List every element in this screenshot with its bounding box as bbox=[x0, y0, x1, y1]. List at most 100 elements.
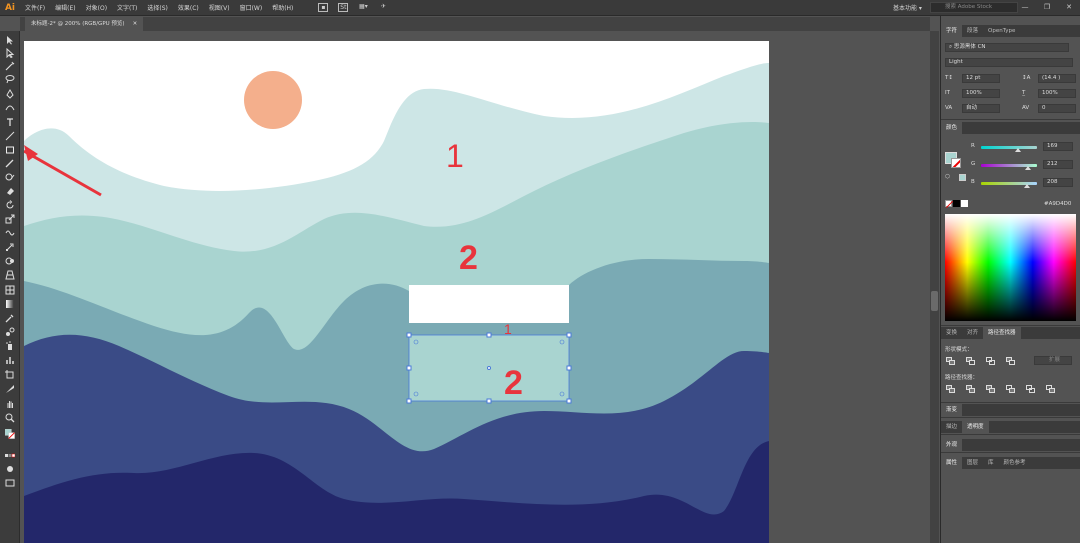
tab-align[interactable]: 对齐 bbox=[962, 327, 983, 339]
restore-button[interactable]: ❐ bbox=[1036, 0, 1058, 15]
tab-properties[interactable]: 属性 bbox=[941, 457, 963, 469]
tab-stroke[interactable]: 描边 bbox=[941, 421, 962, 433]
none-swatch[interactable] bbox=[945, 200, 954, 209]
fill-stroke-swatch[interactable] bbox=[4, 428, 16, 440]
expand-button[interactable]: 扩展 bbox=[1034, 356, 1072, 365]
color-mode-icon[interactable] bbox=[5, 451, 16, 461]
column-graph-tool-icon[interactable] bbox=[5, 355, 15, 365]
out-of-gamut-icon[interactable]: ⬡ bbox=[945, 174, 950, 180]
channel-value-r[interactable]: 169 bbox=[1043, 142, 1073, 151]
selection-tool-icon[interactable] bbox=[5, 35, 15, 45]
tab-transform[interactable]: 变换 bbox=[941, 327, 962, 339]
menu-type[interactable]: 文字(T) bbox=[112, 3, 142, 12]
scale-tool-icon[interactable] bbox=[5, 214, 15, 224]
gpu-performance-icon[interactable]: ✈ bbox=[378, 3, 388, 12]
black-swatch[interactable] bbox=[953, 200, 960, 207]
vertical-scrollbar[interactable] bbox=[930, 31, 939, 543]
divide-icon[interactable] bbox=[946, 385, 955, 393]
draw-mode-icon[interactable] bbox=[5, 464, 15, 474]
font-style-select[interactable]: Light bbox=[945, 58, 1073, 67]
canvas-area[interactable]: 1 2 1 2 bbox=[20, 31, 930, 543]
eyedropper-tool-icon[interactable] bbox=[5, 313, 15, 323]
menu-object[interactable]: 对象(O) bbox=[81, 3, 112, 12]
sun-circle[interactable] bbox=[244, 71, 302, 129]
free-transform-tool-icon[interactable] bbox=[5, 242, 15, 252]
stock-icon[interactable]: St bbox=[338, 3, 349, 12]
tab-paragraph[interactable]: 段落 bbox=[962, 25, 983, 37]
menu-window[interactable]: 窗口(W) bbox=[235, 3, 268, 12]
exclude-icon[interactable] bbox=[1006, 357, 1015, 365]
mesh-tool-icon[interactable] bbox=[5, 285, 15, 295]
menu-help[interactable]: 帮助(H) bbox=[267, 3, 298, 12]
tab-color[interactable]: 颜色 bbox=[941, 122, 963, 134]
stock-search-input[interactable]: 搜索 Adobe Stock bbox=[930, 2, 1018, 13]
tab-character[interactable]: 字符 bbox=[941, 25, 963, 37]
line-segment-tool-icon[interactable] bbox=[5, 131, 15, 141]
arrange-documents-icon[interactable]: ▦▾ bbox=[358, 3, 368, 12]
direct-selection-tool-icon[interactable] bbox=[5, 47, 15, 59]
channel-slider-thumb[interactable] bbox=[1015, 148, 1022, 152]
magic-wand-tool-icon[interactable] bbox=[5, 61, 15, 71]
minus-back-icon[interactable] bbox=[1046, 385, 1055, 393]
channel-slider-thumb[interactable] bbox=[1024, 166, 1031, 170]
puppet-warp-tool-icon[interactable] bbox=[5, 228, 15, 238]
blend-tool-icon[interactable] bbox=[5, 327, 15, 337]
outline-icon[interactable] bbox=[1026, 385, 1035, 393]
rotate-tool-icon[interactable] bbox=[5, 200, 15, 210]
web-safe-swatch[interactable] bbox=[959, 174, 966, 181]
screen-mode-icon[interactable] bbox=[5, 478, 15, 488]
eraser-tool-icon[interactable] bbox=[5, 186, 15, 196]
artboard-tool-icon[interactable] bbox=[5, 370, 15, 380]
crop-icon[interactable] bbox=[1006, 385, 1015, 393]
document-tab[interactable]: 未标题-2* @ 200% (RGB/GPU 预览) ✕ bbox=[25, 17, 144, 31]
white-rectangle[interactable] bbox=[409, 285, 569, 323]
shape-builder-tool-icon[interactable] bbox=[5, 256, 15, 266]
unite-icon[interactable] bbox=[946, 357, 955, 365]
menu-effect[interactable]: 效果(C) bbox=[173, 3, 204, 12]
workspace-switcher[interactable]: 基本功能 ▾ bbox=[893, 3, 922, 12]
bridge-icon[interactable]: ▪ bbox=[318, 3, 329, 12]
vertical-scale-field[interactable]: 100% bbox=[962, 89, 1000, 98]
tab-opentype[interactable]: OpenType bbox=[983, 25, 1020, 37]
stroke-color-swatch[interactable] bbox=[951, 158, 961, 168]
rectangle-tool-icon[interactable] bbox=[5, 145, 15, 155]
tab-layers[interactable]: 图层 bbox=[962, 457, 983, 469]
scrollbar-thumb[interactable] bbox=[931, 291, 938, 311]
menu-view[interactable]: 视图(V) bbox=[204, 3, 235, 12]
symbol-sprayer-tool-icon[interactable] bbox=[5, 341, 15, 351]
font-size-field[interactable]: 12 pt bbox=[962, 74, 1000, 83]
curvature-tool-icon[interactable] bbox=[5, 102, 15, 112]
tracking-field[interactable]: 0 bbox=[1038, 104, 1076, 113]
close-window-button[interactable]: ✕ bbox=[1058, 0, 1080, 15]
white-swatch[interactable] bbox=[961, 200, 968, 207]
color-spectrum[interactable] bbox=[945, 214, 1076, 321]
kerning-field[interactable]: 自动 bbox=[962, 104, 1000, 113]
perspective-grid-tool-icon[interactable] bbox=[5, 270, 15, 280]
menu-file[interactable]: 文件(F) bbox=[20, 3, 50, 12]
minimize-button[interactable]: — bbox=[1014, 0, 1036, 15]
leading-field[interactable]: (14.4 ) bbox=[1038, 74, 1076, 83]
hand-tool-icon[interactable] bbox=[5, 399, 15, 409]
pen-tool-icon[interactable] bbox=[5, 89, 15, 99]
intersect-icon[interactable] bbox=[986, 357, 995, 365]
channel-value-b[interactable]: 208 bbox=[1043, 178, 1073, 187]
artboard[interactable]: 1 2 1 2 bbox=[24, 41, 769, 543]
document-tab-close-icon[interactable]: ✕ bbox=[133, 17, 138, 31]
menu-edit[interactable]: 编辑(E) bbox=[50, 3, 80, 12]
font-family-select[interactable]: ⌕ 思源黑体 CN bbox=[945, 43, 1069, 52]
channel-value-g[interactable]: 212 bbox=[1043, 160, 1073, 169]
type-tool-icon[interactable] bbox=[5, 117, 15, 127]
zoom-tool-icon[interactable] bbox=[5, 413, 15, 423]
paintbrush-tool-icon[interactable] bbox=[5, 158, 15, 168]
tab-appearance[interactable]: 外观 bbox=[941, 439, 963, 451]
hex-field[interactable]: #A9D4D0 bbox=[1044, 201, 1071, 207]
tab-libraries[interactable]: 库 bbox=[983, 457, 999, 469]
menu-select[interactable]: 选择(S) bbox=[142, 3, 173, 12]
channel-slider-thumb[interactable] bbox=[1023, 184, 1030, 188]
channel-slider-r[interactable] bbox=[981, 146, 1037, 149]
merge-icon[interactable] bbox=[986, 385, 995, 393]
shaper-tool-icon[interactable] bbox=[5, 172, 15, 182]
tab-gradient[interactable]: 渐变 bbox=[941, 404, 963, 416]
lasso-tool-icon[interactable] bbox=[5, 74, 15, 84]
tab-pathfinder[interactable]: 路径查找器 bbox=[983, 327, 1021, 339]
